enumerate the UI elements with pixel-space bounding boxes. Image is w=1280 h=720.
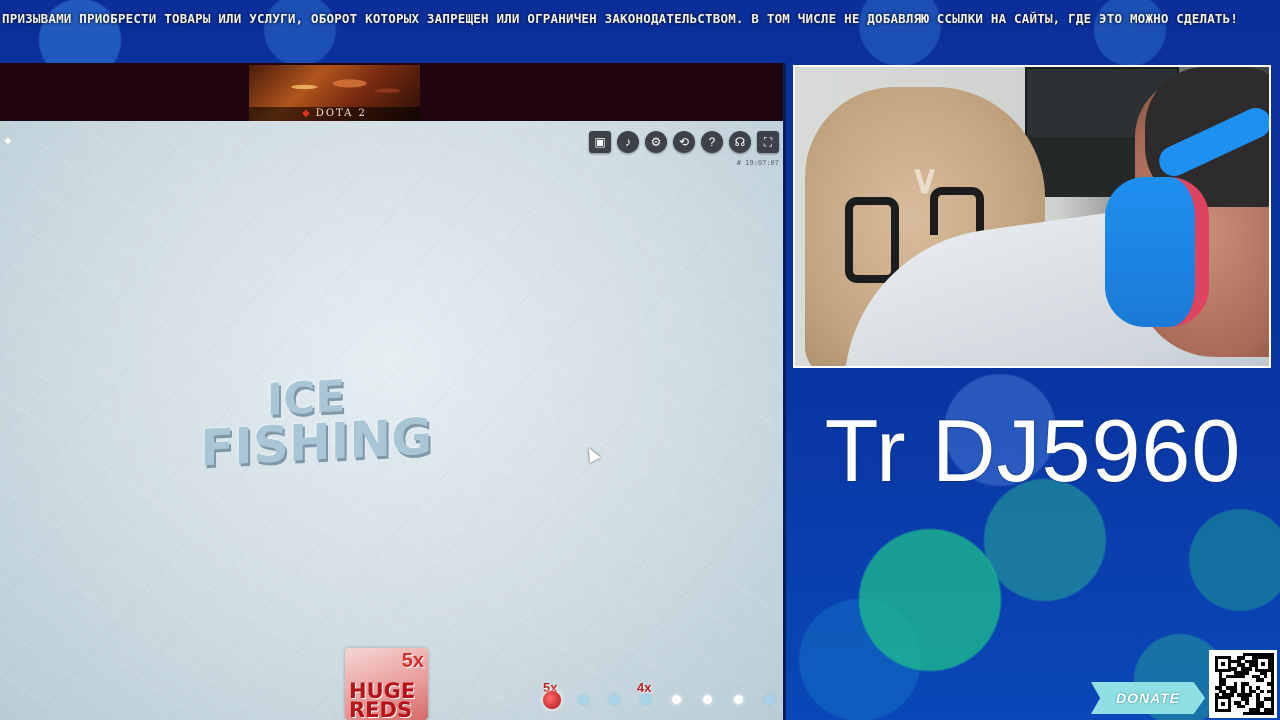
track-multiplier-right: 4x [637,680,652,695]
banner-label: DOTA 2 [315,108,367,119]
track-dot [672,695,681,704]
help-icon[interactable]: ? [701,131,723,153]
qr-eye [1215,696,1231,712]
bonus-multiplier: 5x [401,650,424,672]
bonus-name: HUGE REDS [349,679,416,720]
dota-banner[interactable]: ◆ DOTA 2 [249,65,420,121]
channel-tag: Tr DJ5960 [824,401,1242,500]
donate-button[interactable]: DONATE [1091,682,1205,714]
back-arrow-icon[interactable]: ✦ [2,133,14,150]
volume-icon[interactable]: ♪ [617,131,639,153]
qr-eye [1255,656,1271,672]
history-icon[interactable]: ⟲ [673,131,695,153]
track-dot [579,695,588,704]
game-timestamp: # 19:07:07 [736,159,779,167]
headset-icon[interactable]: ☊ [729,131,751,153]
bonus-card[interactable]: 5x HUGE REDS [345,648,428,720]
chair-logo-icon: ∨ [910,158,940,202]
chat-icon[interactable]: ▣ [589,131,611,153]
track-dot [703,695,712,704]
game-logo: ICE FISHING [200,371,433,478]
qr-eye [1215,656,1231,672]
ticker-text: ПРИЗЫВАМИ ПРИОБРЕСТИ ТОВАРЫ ИЛИ УСЛУГИ, … [2,10,1239,26]
webcam-feed: ∨ [793,65,1271,368]
bonus-track: 5x 4x [530,678,783,720]
qr-module [1267,708,1271,712]
dota-logo-icon: ◆ [302,108,312,119]
disclaimer-ticker: ПРИЗЫВАМИ ПРИОБРЕСТИ ТОВАРЫ ИЛИ УСЛУГИ, … [0,0,1280,36]
game-panel: ◆ DOTA 2 ✦ ▣ ♪ ⚙ ⟲ ? ☊ ⛶ # 19:07:07 ICE F… [0,63,786,720]
qr-code-icon[interactable] [1209,650,1277,718]
track-dot [765,695,774,704]
game-controls: ▣ ♪ ⚙ ⟲ ? ☊ ⛶ [589,131,783,153]
track-ball [543,691,561,709]
banner-label-wrap: ◆ DOTA 2 [249,107,420,121]
track-dot [734,695,743,704]
track-dot [641,695,650,704]
game-title-line2: FISHING [200,407,433,478]
track-dot [610,695,619,704]
chair-slot [845,197,899,283]
fullscreen-icon[interactable]: ⛶ [757,131,779,153]
banner-artwork [259,69,410,105]
game-topbar: ◆ DOTA 2 [0,63,783,121]
settings-icon[interactable]: ⚙ [645,131,667,153]
headphone-icon [1105,177,1209,327]
